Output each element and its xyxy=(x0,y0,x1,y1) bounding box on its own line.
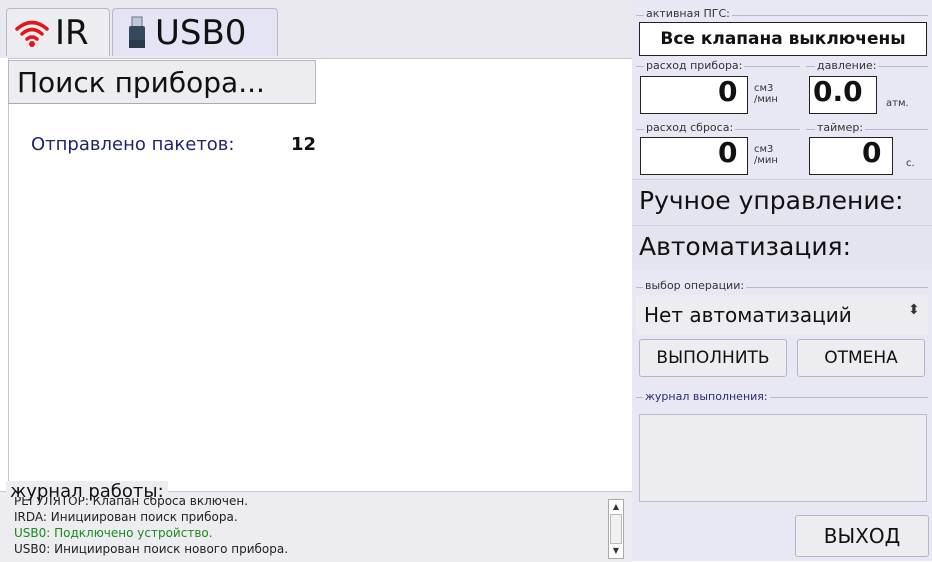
work-log-text[interactable]: РЕГУЛЯТОР: Клапан сброса включен. IRDA: … xyxy=(14,497,604,561)
log-scrollbar[interactable]: ▲ ▼ xyxy=(608,499,624,559)
automation-title: Автоматизация: xyxy=(639,232,852,261)
tab-usb0-label: USB0 xyxy=(155,12,247,53)
tab-ir-label: IR xyxy=(55,12,89,53)
reset-flow-label: расход сброса: xyxy=(644,121,736,134)
flow-label: расход прибора: xyxy=(644,59,745,72)
reset-flow-value: 0 xyxy=(718,136,738,169)
manual-control-title: Ручное управление: xyxy=(639,186,904,215)
operation-select[interactable]: Нет автоматизаций xyxy=(636,295,928,335)
flow-value: 0 xyxy=(718,75,738,108)
tab-bar: IR USB0 xyxy=(0,0,632,58)
scroll-down-icon[interactable]: ▼ xyxy=(611,546,621,556)
reset-flow-unit: см3/мин xyxy=(754,144,778,166)
scroll-thumb[interactable] xyxy=(610,514,622,544)
timer-value: 0 xyxy=(862,136,882,169)
flow-unit-bottom: /мин xyxy=(754,94,778,105)
log-line: USB0: Инициирован поиск нового прибора. xyxy=(14,542,289,556)
active-pgs-value: Все клапана выключены xyxy=(639,22,927,56)
reset-flow-unit-bottom: /мин xyxy=(754,155,778,166)
log-line: USB0: Подключено устройство. xyxy=(14,526,213,540)
execution-journal xyxy=(639,414,927,502)
reset-flow-unit-top: см3 xyxy=(754,144,774,155)
active-pgs-label: активная ПГС: xyxy=(644,7,732,20)
timer-unit: с. xyxy=(906,158,915,169)
exit-button[interactable]: ВЫХОД xyxy=(795,515,929,557)
log-line: РЕГУЛЯТОР: Клапан сброса включен. xyxy=(14,497,249,508)
packets-sent-label: Отправлено пакетов: xyxy=(31,134,235,155)
operation-select-label: выбор операции: xyxy=(643,279,747,292)
cancel-button[interactable]: ОТМЕНА xyxy=(797,339,925,377)
tab-ir[interactable]: IR xyxy=(6,8,110,56)
pressure-value: 0.0 xyxy=(813,75,863,108)
pressure-unit: атм. xyxy=(886,98,909,109)
select-updown-icon[interactable]: ⬍ xyxy=(908,302,920,318)
scroll-up-icon[interactable]: ▲ xyxy=(611,502,621,512)
packets-sent-count: 12 xyxy=(291,134,317,155)
pressure-label: давление: xyxy=(815,59,879,72)
log-line: IRDA: Инициирован поиск прибора. xyxy=(14,510,238,524)
tab-usb0[interactable]: USB0 xyxy=(112,8,278,56)
usb-drive-icon xyxy=(129,16,145,48)
execute-button[interactable]: ВЫПОЛНИТЬ xyxy=(639,339,787,377)
timer-label: таймер: xyxy=(815,121,866,134)
main-pane xyxy=(8,58,633,487)
flow-unit-top: см3 xyxy=(754,83,774,94)
wifi-icon xyxy=(15,20,49,47)
flow-unit: см3/мин xyxy=(754,83,778,105)
execution-journal-label: журнал выполнения: xyxy=(643,390,770,403)
search-device-status: Поиск прибора... xyxy=(8,60,316,104)
